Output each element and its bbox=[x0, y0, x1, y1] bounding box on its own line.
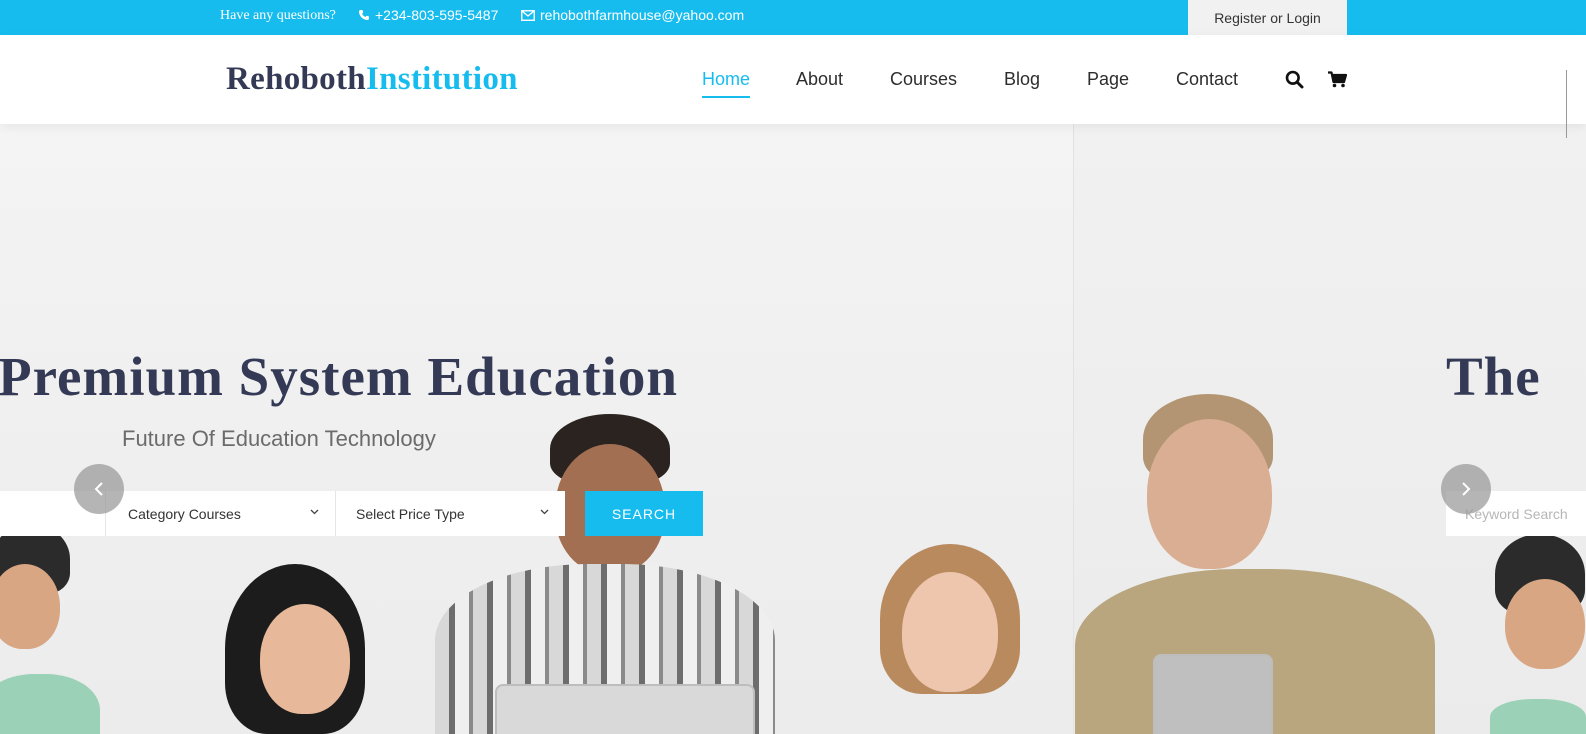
site-logo[interactable]: RehobothInstitution bbox=[226, 61, 518, 98]
person-illustration bbox=[1490, 534, 1586, 734]
scroll-edge bbox=[1566, 70, 1567, 138]
price-select-value: Select Price Type bbox=[356, 505, 465, 522]
hero-slider: Premium System Education The Future Of E… bbox=[0, 124, 1586, 734]
person-illustration bbox=[1075, 394, 1435, 734]
next-hero-title: The bbox=[1446, 346, 1541, 407]
email-address: rehobothfarmhouse@yahoo.com bbox=[540, 7, 745, 23]
phone-number: +234-803-595-5487 bbox=[375, 7, 499, 23]
register-login-button[interactable]: Register or Login bbox=[1188, 0, 1347, 35]
category-select[interactable]: Category Courses bbox=[107, 491, 336, 536]
logo-part-2: Institution bbox=[365, 61, 518, 97]
search-button[interactable]: SEARCH bbox=[585, 491, 703, 536]
next-slide-button[interactable] bbox=[1441, 464, 1491, 514]
chevron-right-icon bbox=[1462, 482, 1471, 496]
category-select-value: Category Courses bbox=[128, 505, 241, 522]
phone-contact[interactable]: +234-803-595-5487 bbox=[358, 7, 498, 23]
email-contact[interactable]: rehobothfarmhouse@yahoo.com bbox=[521, 7, 744, 23]
question-text: Have any questions? bbox=[220, 8, 336, 23]
chevron-left-icon bbox=[94, 482, 103, 496]
price-type-select[interactable]: Select Price Type bbox=[337, 491, 565, 536]
cart-icon[interactable] bbox=[1328, 71, 1347, 88]
top-bar: Have any questions? +234-803-595-5487 re… bbox=[0, 0, 1586, 35]
hero-title: Premium System Education bbox=[0, 346, 678, 407]
logo-part-1: Rehoboth bbox=[226, 61, 366, 97]
nav-home[interactable]: Home bbox=[702, 69, 751, 98]
person-illustration bbox=[435, 414, 775, 734]
phone-icon bbox=[359, 10, 369, 20]
person-illustration bbox=[0, 524, 110, 734]
person-illustration bbox=[225, 564, 395, 734]
nav-courses[interactable]: Courses bbox=[890, 69, 957, 90]
search-icon[interactable] bbox=[1285, 70, 1304, 89]
nav-page[interactable]: Page bbox=[1087, 69, 1129, 90]
person-illustration bbox=[880, 544, 1020, 734]
prev-slide-button[interactable] bbox=[74, 464, 124, 514]
nav-about[interactable]: About bbox=[796, 69, 843, 90]
main-header: RehobothInstitution Home About Courses B… bbox=[0, 35, 1586, 138]
chevron-down-icon bbox=[540, 509, 549, 515]
nav-contact[interactable]: Contact bbox=[1176, 69, 1238, 90]
hero-subtitle: Future Of Education Technology bbox=[122, 426, 436, 451]
envelope-icon bbox=[521, 9, 535, 21]
chevron-down-icon bbox=[310, 509, 319, 515]
nav-blog[interactable]: Blog bbox=[1004, 69, 1040, 90]
